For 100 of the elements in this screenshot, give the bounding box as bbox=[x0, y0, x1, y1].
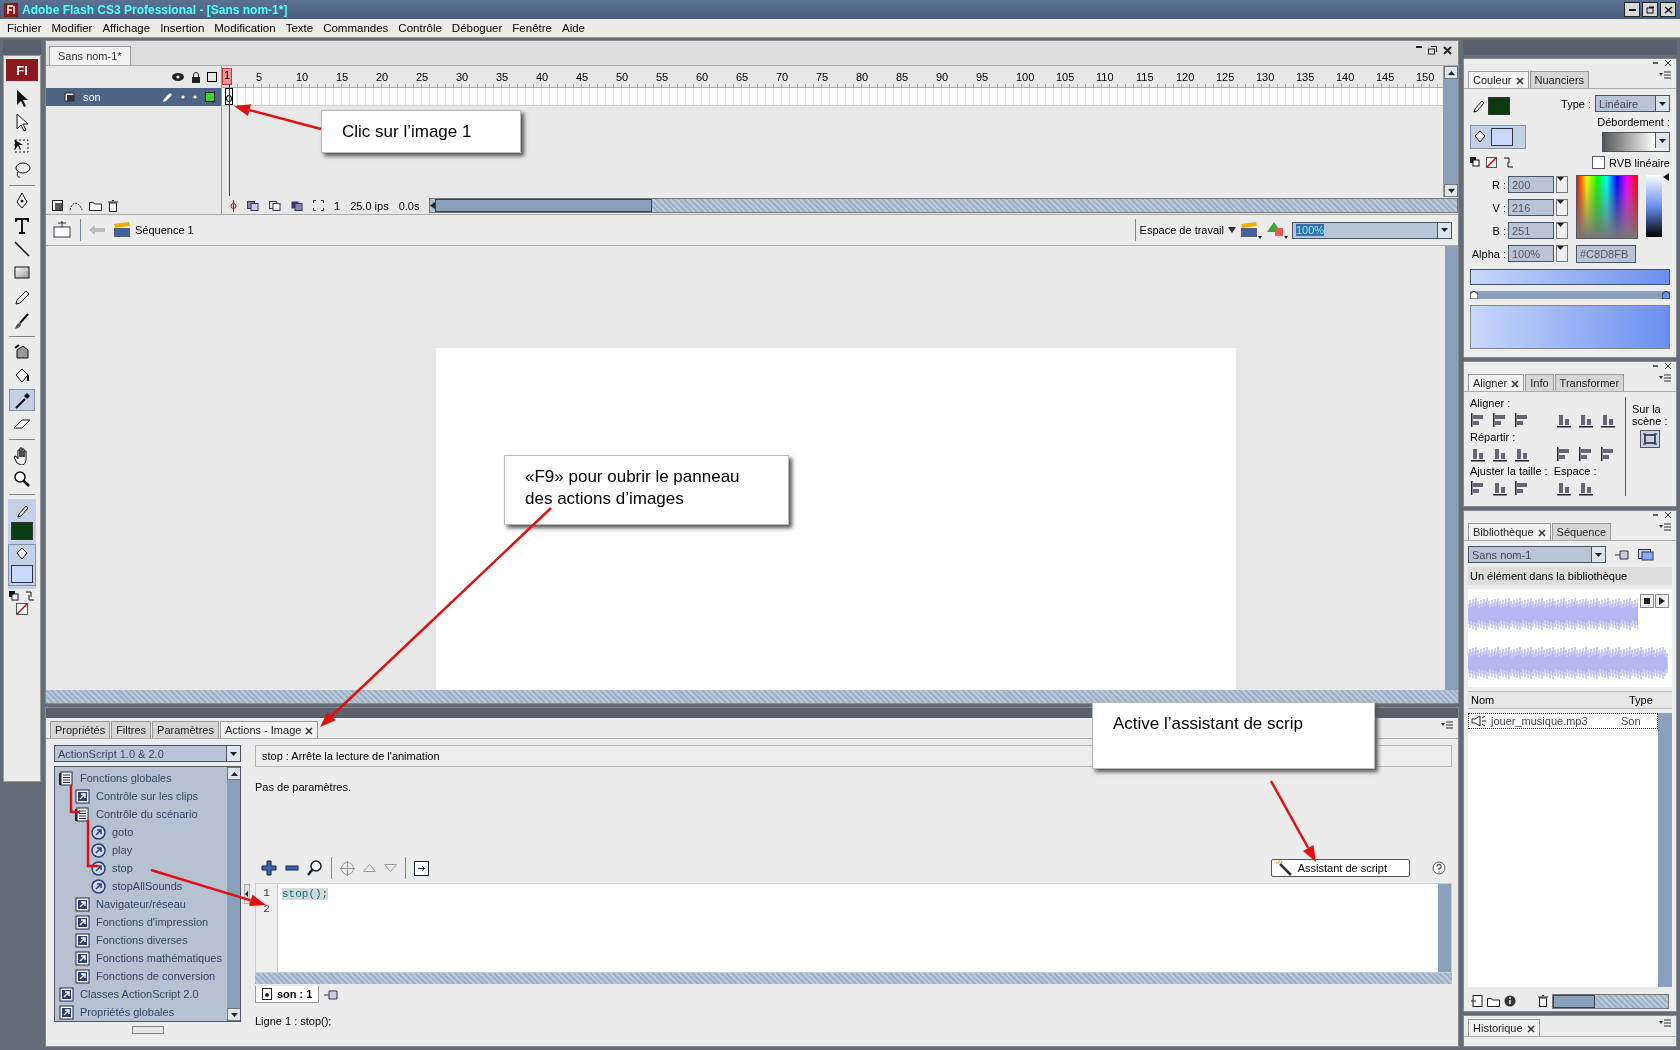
to-stage-toggle[interactable] bbox=[1640, 430, 1660, 448]
restore-button[interactable] bbox=[1642, 2, 1658, 17]
help-icon[interactable] bbox=[1432, 861, 1446, 875]
tree-item[interactable]: Navigateur/réseau bbox=[55, 895, 227, 913]
scene-name[interactable]: Séquence 1 bbox=[135, 224, 194, 236]
close-button[interactable] bbox=[1660, 2, 1676, 17]
folder-icon[interactable] bbox=[1487, 995, 1500, 1007]
script-assist-button[interactable]: Assistant de script bbox=[1270, 859, 1410, 877]
match-size-icon[interactable] bbox=[1514, 480, 1530, 496]
tree-item[interactable]: Fonctions diverses bbox=[55, 931, 227, 949]
swap-colors-icon[interactable] bbox=[25, 591, 35, 601]
horizontal-scrollbar[interactable] bbox=[255, 973, 1452, 984]
color-spectrum[interactable] bbox=[1576, 175, 1638, 239]
edit-symbol-icon[interactable] bbox=[1266, 221, 1288, 239]
panel-tab[interactable]: Séquence bbox=[1551, 523, 1612, 540]
stroke-color-swatch[interactable] bbox=[11, 522, 33, 540]
distribute-center-icon[interactable] bbox=[1578, 446, 1594, 462]
menu-item[interactable]: Affichage bbox=[97, 22, 156, 34]
value-field[interactable]: 216 bbox=[1508, 199, 1554, 216]
scroll-up-button[interactable] bbox=[1444, 66, 1458, 79]
layer-color-icon[interactable] bbox=[205, 92, 215, 102]
panel-tab[interactable]: Info bbox=[1525, 374, 1554, 391]
tree-item[interactable]: stopAllSounds bbox=[55, 877, 227, 895]
tree-item[interactable]: Fonctions globales bbox=[55, 769, 227, 787]
fill-color-swatch[interactable] bbox=[1491, 128, 1513, 146]
stroke-color-swatch[interactable] bbox=[1488, 97, 1510, 115]
gradient-stop-icon[interactable] bbox=[1662, 291, 1670, 299]
panel-tab[interactable]: Bibliothèque bbox=[1468, 523, 1551, 540]
close-icon[interactable] bbox=[1514, 75, 1524, 85]
value-field[interactable]: 251 bbox=[1508, 222, 1554, 239]
trash-icon[interactable] bbox=[108, 199, 118, 212]
distribute-right-icon[interactable] bbox=[1600, 446, 1616, 462]
motion-guide-icon[interactable] bbox=[69, 200, 83, 211]
no-color-icon[interactable] bbox=[1486, 157, 1497, 168]
timeline-toggle-icon[interactable] bbox=[52, 221, 72, 239]
center-frame-icon[interactable] bbox=[230, 199, 237, 212]
pin-icon[interactable] bbox=[323, 988, 340, 1001]
panel-menu-icon[interactable] bbox=[1658, 70, 1672, 80]
menu-item[interactable]: Contrôle bbox=[393, 22, 447, 34]
panel-tab[interactable]: Aligner bbox=[1468, 374, 1525, 391]
menu-item[interactable]: Insertion bbox=[155, 22, 210, 34]
horizontal-scrollbar[interactable] bbox=[429, 198, 1458, 213]
menu-item[interactable]: Fenêtre bbox=[507, 22, 557, 34]
menu-item[interactable]: Aide bbox=[557, 22, 590, 34]
value-field[interactable]: 100% bbox=[1508, 245, 1554, 262]
tree-item[interactable]: play bbox=[55, 841, 227, 859]
onion-markers-icon[interactable] bbox=[313, 200, 324, 211]
menu-item[interactable]: Modification bbox=[209, 22, 281, 34]
close-icon[interactable] bbox=[304, 725, 314, 735]
match-width-icon[interactable] bbox=[1470, 480, 1486, 496]
vertical-scrollbar[interactable] bbox=[1658, 713, 1672, 987]
add-icon[interactable] bbox=[261, 860, 277, 876]
script-tab[interactable]: son : 1 bbox=[255, 986, 320, 1003]
panel-tab[interactable]: Paramètres bbox=[152, 721, 219, 738]
workspace-menu[interactable]: Espace de travail bbox=[1139, 224, 1224, 236]
outline-icon[interactable] bbox=[207, 72, 217, 82]
menu-item[interactable]: Fichier bbox=[2, 22, 47, 34]
search-icon[interactable] bbox=[307, 860, 323, 876]
tree-item[interactable]: goto bbox=[55, 823, 227, 841]
stop-button[interactable] bbox=[1640, 593, 1654, 608]
collapse-arrow-icon[interactable] bbox=[244, 883, 250, 904]
lock-icon[interactable] bbox=[191, 71, 201, 83]
edit-frames-icon[interactable] bbox=[291, 200, 303, 211]
panel-tab[interactable]: Nuanciers bbox=[1529, 71, 1590, 88]
close-icon[interactable] bbox=[1510, 378, 1520, 388]
close-icon[interactable] bbox=[1525, 1023, 1535, 1033]
onion-skin-icon[interactable] bbox=[247, 200, 259, 211]
tree-item[interactable]: Classes ActionScript 2.0 bbox=[55, 985, 227, 1003]
distribute-left-icon[interactable] bbox=[1556, 446, 1572, 462]
panel-menu-icon[interactable] bbox=[1658, 1018, 1672, 1028]
menu-item[interactable]: Texte bbox=[280, 22, 319, 34]
panel-tab[interactable]: Couleur bbox=[1468, 71, 1529, 88]
new-symbol-icon[interactable] bbox=[1471, 995, 1483, 1007]
brightness-slider[interactable] bbox=[1646, 175, 1669, 237]
code-editor[interactable]: stop(); bbox=[278, 884, 1438, 972]
align-bottom-icon[interactable] bbox=[1600, 412, 1616, 428]
tree-item[interactable]: Fonctions de conversion bbox=[55, 967, 227, 985]
clapperboard-icon[interactable] bbox=[113, 222, 131, 238]
panel-tab[interactable]: Historique bbox=[1468, 1019, 1540, 1036]
play-button[interactable] bbox=[1655, 593, 1669, 608]
panel-tab[interactable]: Transformer bbox=[1554, 374, 1625, 391]
tree-item[interactable]: Fonctions d'impression bbox=[55, 913, 227, 931]
default-colors-icon[interactable] bbox=[9, 591, 19, 601]
space-horizontal-icon[interactable] bbox=[1578, 480, 1594, 496]
unlocked-dot-icon[interactable] bbox=[193, 95, 197, 99]
horizontal-scrollbar[interactable] bbox=[1552, 993, 1669, 1009]
column-header[interactable]: Type bbox=[1629, 694, 1669, 706]
restore-icon[interactable] bbox=[1428, 46, 1437, 55]
edit-scene-icon[interactable] bbox=[1240, 221, 1262, 239]
document-tab[interactable]: Sans nom-1* bbox=[49, 46, 131, 65]
folder-icon[interactable] bbox=[89, 200, 102, 211]
new-library-icon[interactable] bbox=[1638, 548, 1654, 561]
new-layer-icon[interactable] bbox=[52, 200, 63, 211]
fill-color-swatch[interactable] bbox=[11, 565, 33, 583]
info-icon[interactable] bbox=[1504, 995, 1516, 1007]
gradient-bar[interactable] bbox=[1470, 269, 1670, 285]
onion-outline-icon[interactable] bbox=[269, 200, 281, 211]
menu-item[interactable]: Commandes bbox=[318, 22, 394, 34]
pin-icon[interactable] bbox=[1614, 548, 1630, 561]
tree-scrollbar[interactable] bbox=[227, 767, 240, 1021]
